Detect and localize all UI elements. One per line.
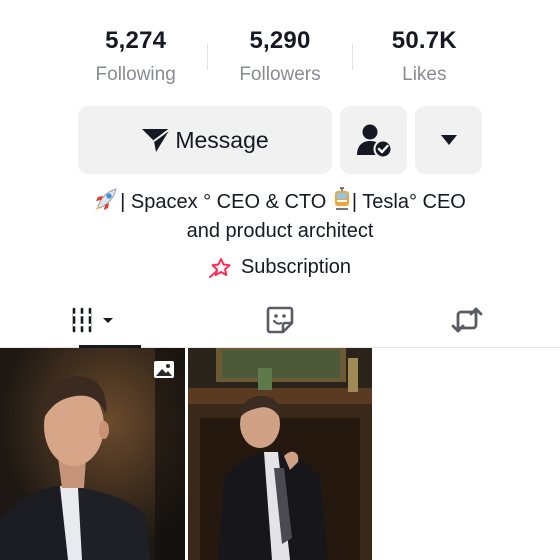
following-count: 5,274 xyxy=(105,27,167,54)
tram-emoji-icon xyxy=(334,187,349,210)
interview-image xyxy=(187,348,373,560)
tab-videos[interactable] xyxy=(0,292,187,348)
rocket-emoji-icon xyxy=(95,188,117,210)
stat-following[interactable]: 5,274 Following xyxy=(64,24,207,90)
message-label: Message xyxy=(175,126,269,153)
tab-reposts[interactable] xyxy=(373,292,560,347)
profile-stats: 5,274 Following 5,290 Followers 50.7K Li… xyxy=(64,24,496,94)
subscription-icon xyxy=(208,257,231,278)
send-icon xyxy=(142,128,171,152)
post-thumbnail[interactable] xyxy=(0,348,185,560)
profile-actions: Message xyxy=(78,106,482,174)
followers-label: Followers xyxy=(239,64,321,85)
photo-icon xyxy=(153,361,174,378)
sticker-icon xyxy=(266,306,294,333)
subscription-link[interactable]: Subscription xyxy=(0,256,560,279)
user-check-icon xyxy=(356,124,392,158)
bio-line-1: | Spacex ° CEO & CTO | Tesla° CEO xyxy=(0,187,560,217)
friends-button[interactable] xyxy=(340,106,407,174)
profile-bio: | Spacex ° CEO & CTO | Tesla° CEO and pr… xyxy=(0,187,560,246)
grid-bars-icon xyxy=(73,307,114,332)
likes-label: Likes xyxy=(402,64,447,85)
more-options-button[interactable] xyxy=(415,106,482,174)
following-label: Following xyxy=(95,64,176,85)
followers-count: 5,290 xyxy=(249,27,311,54)
bio-line-2: and product architect xyxy=(186,220,374,242)
stat-likes[interactable]: 50.7K Likes xyxy=(353,24,496,90)
portrait-image xyxy=(0,348,185,560)
post-grid xyxy=(0,348,560,560)
repost-icon xyxy=(451,307,483,332)
stat-followers[interactable]: 5,290 Followers xyxy=(208,24,351,90)
subscription-label: Subscription xyxy=(240,256,352,278)
likes-count: 50.7K xyxy=(391,27,457,54)
message-button[interactable]: Message xyxy=(78,106,332,174)
profile-tabs xyxy=(0,292,560,348)
bio-line-1-part-2: | Tesla° CEO xyxy=(351,191,466,213)
tab-stickers[interactable] xyxy=(187,292,374,347)
caret-down-icon xyxy=(440,135,457,145)
post-thumbnail[interactable] xyxy=(187,348,373,560)
empty-grid-cell xyxy=(375,348,560,560)
bio-line-1-part-1: | Spacex ° CEO & CTO xyxy=(120,191,332,213)
